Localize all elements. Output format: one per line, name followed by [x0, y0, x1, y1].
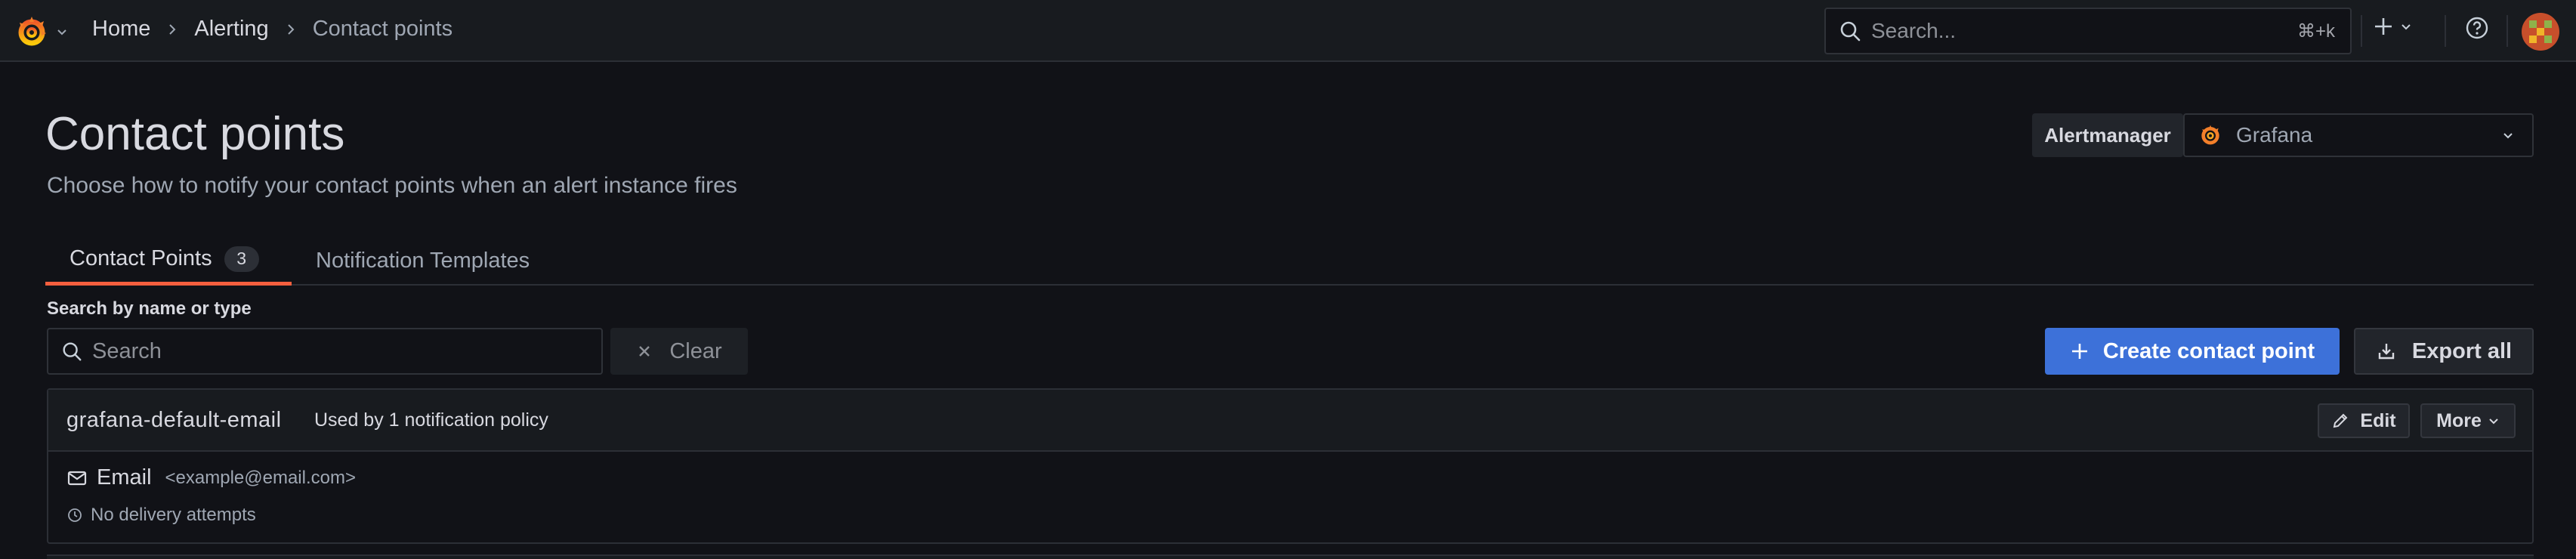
integration-type: Email — [97, 465, 152, 490]
search-label: Search by name or type — [47, 298, 252, 319]
export-all-button[interactable]: Export all — [2354, 328, 2534, 375]
contact-point-header: grafana-default-email Used by 1 notifica… — [48, 390, 2532, 452]
edit-button[interactable]: Edit — [2318, 403, 2410, 438]
chevron-down-icon — [2489, 418, 2498, 425]
alertmanager-select[interactable]: Grafana — [2183, 113, 2534, 157]
global-search-bar[interactable]: Search... ⌘+k — [1824, 8, 2352, 54]
chevron-right-icon — [287, 23, 295, 35]
breadcrumb-home[interactable]: Home — [92, 17, 150, 42]
breadcrumb-contact-points: Contact points — [312, 17, 453, 41]
plus-icon — [2375, 18, 2392, 35]
breadcrumb-alerting[interactable]: Alerting — [194, 17, 268, 42]
pen-icon — [2334, 413, 2348, 428]
divider — [2361, 15, 2362, 47]
new-menu-button[interactable] — [2372, 15, 2413, 38]
chevron-down-icon — [57, 29, 66, 36]
grafana-menu-button[interactable] — [14, 14, 69, 50]
contact-point-usage[interactable]: Used by 1 notification policy — [314, 409, 548, 431]
breadcrumb: Home Alerting Contact points — [92, 17, 452, 42]
page-subtitle: Choose how to notify your contact points… — [47, 173, 737, 198]
divider — [2445, 15, 2446, 47]
grafana-logo-icon — [2201, 125, 2219, 145]
tab-bar: Contact Points 3 Notification Templates — [45, 236, 2534, 286]
divider — [2507, 15, 2508, 47]
chevron-down-icon — [2503, 133, 2513, 139]
more-button-label: More — [2436, 409, 2482, 431]
contact-point-name: grafana-default-email — [66, 408, 282, 432]
alertmanager-label: Alertmanager — [2032, 113, 2183, 157]
delivery-status-text: No delivery attempts — [91, 505, 256, 525]
grafana-logo-icon — [18, 17, 46, 46]
next-contact-point-card — [47, 554, 2534, 559]
contact-point-search-input[interactable] — [92, 329, 601, 373]
create-button-label: Create contact point — [2102, 338, 2315, 363]
envelope-icon — [67, 471, 87, 485]
chevron-right-icon — [169, 23, 176, 35]
more-button[interactable]: More — [2420, 403, 2516, 438]
search-shortcut-hint: ⌘+k — [2296, 20, 2335, 42]
user-avatar[interactable] — [2522, 13, 2559, 51]
integration-address: <example@email.com> — [165, 467, 356, 488]
contact-point-search-field[interactable] — [47, 328, 603, 375]
tab-label: Contact Points — [69, 246, 212, 270]
alertmanager-selected-value: Grafana — [2236, 123, 2313, 147]
global-search-placeholder: Search... — [1871, 19, 1957, 42]
top-navigation-bar: Home Alerting Contact points Search... ⌘… — [0, 0, 2576, 62]
chevron-down-icon — [2401, 24, 2411, 30]
help-button[interactable] — [2464, 15, 2490, 41]
clear-button-label: Clear — [669, 338, 722, 363]
create-contact-point-button[interactable]: Create contact point — [2045, 328, 2340, 375]
export-button-label: Export all — [2411, 338, 2513, 363]
page-title: Contact points — [45, 108, 345, 160]
tab-contact-points[interactable]: Contact Points 3 — [45, 236, 292, 286]
avatar-icon — [2522, 13, 2559, 51]
help-icon — [2466, 17, 2488, 39]
tab-counter-badge: 3 — [224, 246, 259, 272]
clock-icon — [68, 508, 82, 522]
contact-point-card: grafana-default-email Used by 1 notifica… — [47, 388, 2534, 544]
close-icon — [639, 346, 650, 357]
delivery-status: No delivery attempts — [66, 505, 256, 526]
edit-button-label: Edit — [2360, 409, 2396, 431]
integration-row: Email <example@email.com> — [66, 465, 356, 490]
tab-notification-templates[interactable]: Notification Templates — [316, 236, 530, 286]
plus-icon — [2071, 344, 2087, 359]
search-icon — [63, 342, 82, 361]
download-icon — [2378, 344, 2395, 360]
clear-button[interactable]: Clear — [610, 328, 748, 375]
search-icon — [1840, 21, 1861, 42]
tab-label: Notification Templates — [316, 248, 530, 273]
